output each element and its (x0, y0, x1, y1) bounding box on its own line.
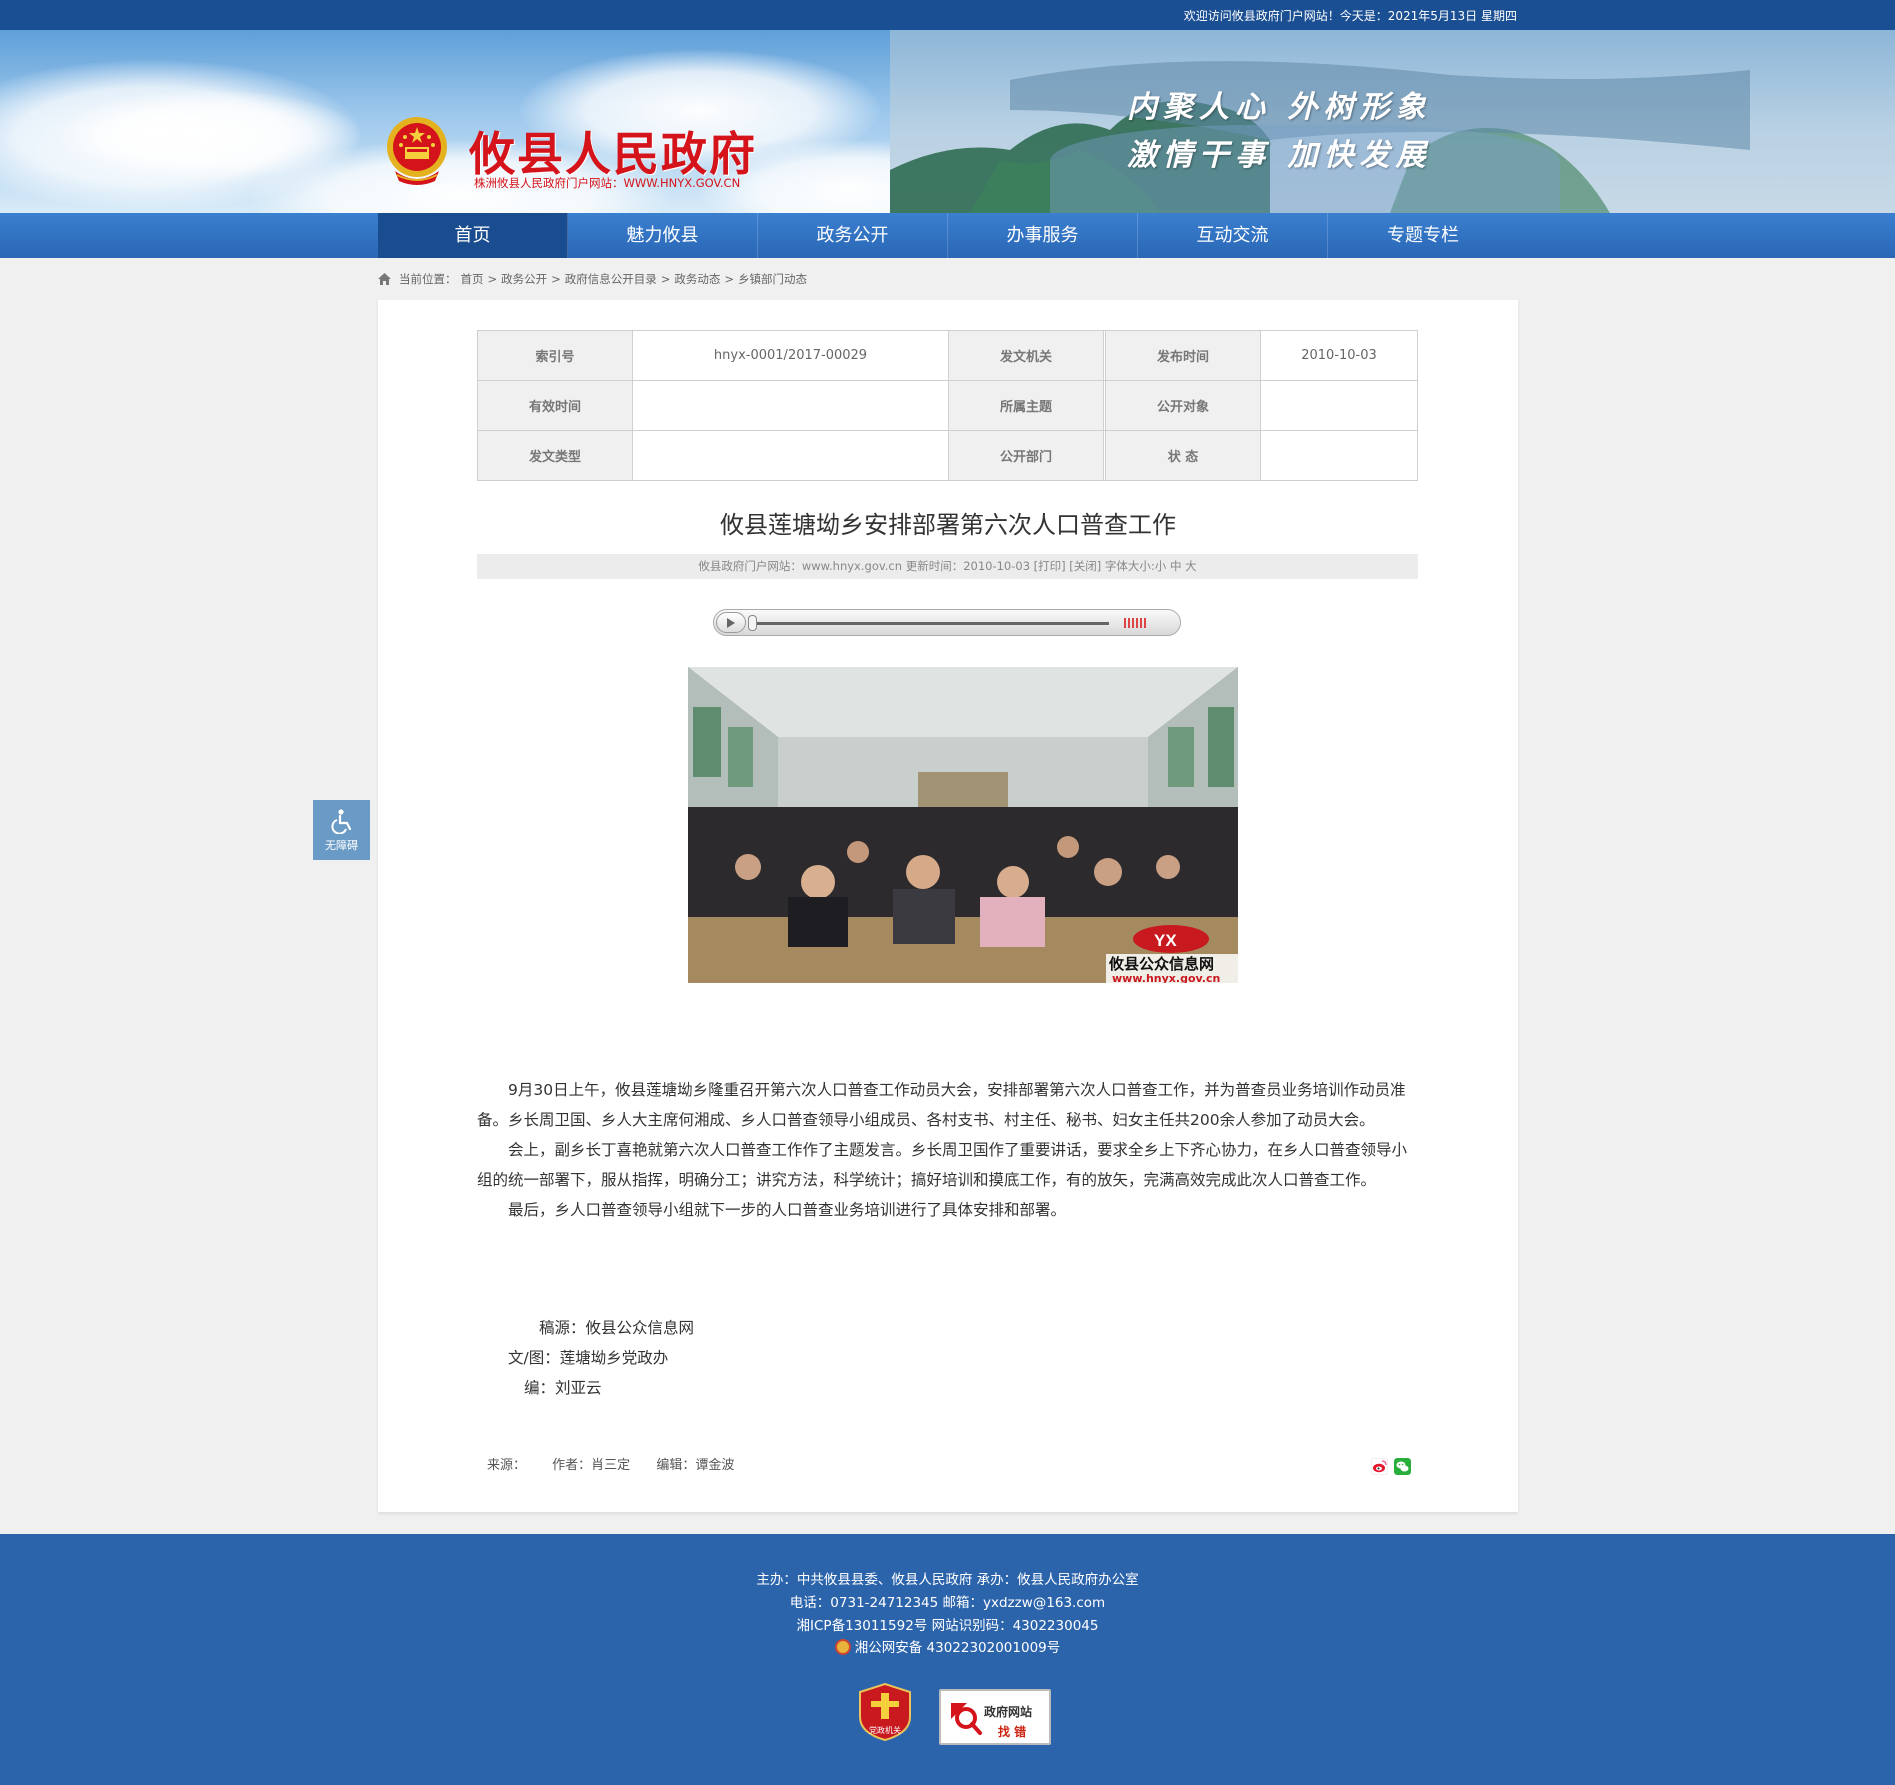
breadcrumb-prefix: 当前位置： (399, 272, 457, 286)
audio-player[interactable] (713, 609, 1181, 636)
article-credits: 稿源：攸县公众信息网 文/图：莲塘坳乡党政办 编：刘亚云 (477, 1313, 1418, 1403)
site-subtitle: 株洲攸县人民政府门户网站：WWW.HNYX.GOV.CN (474, 176, 741, 190)
wheelchair-icon (330, 809, 351, 835)
article-paragraph: 最后，乡人口普查领导小组就下一步的人口普查业务培训进行了具体安排和部署。 (508, 1201, 1067, 1219)
breadcrumb-item-home[interactable]: 首页 (461, 271, 484, 287)
table-key: 公开对象 (1105, 380, 1262, 431)
main-nav: 首页 魅力攸县 政务公开 办事服务 互动交流 专题专栏 (0, 213, 1895, 258)
footer-host-line: 主办：中共攸县县委、攸县人民政府 承办：攸县人民政府办公室 (756, 1572, 1139, 1588)
party-badge-label: 党政机关 (869, 1725, 901, 1735)
wechat-share-icon[interactable] (1394, 1458, 1411, 1475)
photo-watermark-logo: YX (1154, 931, 1177, 950)
meeting-photo-image: YX 攸县公众信息网 www.hnyx.gov.cn (688, 667, 1238, 983)
table-key: 所属主题 (948, 380, 1104, 431)
audio-progress-track[interactable] (752, 622, 1109, 625)
accessibility-label: 无障碍 (325, 839, 358, 852)
article-source-line: 来源： 作者：肖三定 编辑：谭金波 (487, 1454, 756, 1473)
footer-contact-line: 电话：0731-24712345 邮箱：yxdzzw@163.com (789, 1595, 1106, 1611)
info-table: 索引号 hnyx-0001/2017-00029 发文机关 发布时间 2010-… (477, 330, 1418, 481)
error-badge-line1: 政府网站 (984, 1705, 1033, 1719)
nav-item-gov-affairs[interactable]: 政务公开 (758, 213, 948, 258)
source-label: 来源： (487, 1458, 527, 1473)
slogan-line-1: 内聚人心 外树形象 (1127, 90, 1432, 125)
table-value: 2010-10-03 (1260, 330, 1418, 381)
slogan-line-2: 激情干事 加快发展 (1127, 138, 1432, 173)
footer-police-line[interactable]: 湘公网安备 43022302001009号 (0, 1636, 1895, 1656)
article-photo: YX 攸县公众信息网 www.hnyx.gov.cn (688, 667, 1238, 983)
nav-item-services[interactable]: 办事服务 (948, 213, 1138, 258)
table-key: 发文机关 (948, 330, 1104, 381)
credit-author: 文/图：莲塘坳乡党政办 (508, 1349, 669, 1367)
magnifier-icon (947, 1699, 983, 1737)
article-title: 攸县莲塘坳乡安排部署第六次人口普查工作 (720, 511, 1176, 539)
article-body: 9月30日上午，攸县莲塘坳乡隆重召开第六次人口普查工作动员大会，安排部署第六次人… (477, 1075, 1418, 1225)
nav-item-interaction[interactable]: 互动交流 (1138, 213, 1328, 258)
party-gov-org-badge-icon[interactable]: 党政机关 (857, 1683, 913, 1741)
photo-watermark-url: www.hnyx.gov.cn (1112, 972, 1220, 983)
article-meta: 攸县政府门户网站：www.hnyx.gov.cn 更新时间：2010-10-03… (477, 554, 1418, 579)
footer: 主办：中共攸县县委、攸县人民政府 承办：攸县人民政府办公室 电话：0731-24… (0, 1534, 1895, 1785)
error-badge-line2: 找 错 (998, 1725, 1027, 1739)
accessibility-button[interactable]: 无障碍 (313, 800, 370, 860)
table-value (632, 430, 949, 481)
editor-label: 编辑：谭金波 (656, 1458, 735, 1473)
table-key: 发文类型 (477, 430, 633, 481)
table-value (1260, 430, 1418, 481)
article-paragraph: 会上，副乡长丁喜艳就第六次人口普查工作作了主题发言。乡长周卫国作了重要讲话，要求… (477, 1141, 1408, 1189)
credit-editor: 编：刘亚云 (524, 1379, 602, 1397)
table-key: 状 态 (1105, 430, 1262, 481)
home-icon (378, 273, 391, 285)
breadcrumb-item-catalog[interactable]: 政府信息公开目录 (565, 271, 657, 287)
table-key: 有效时间 (477, 380, 633, 431)
breadcrumb-separator: > (551, 272, 561, 286)
nav-item-home[interactable]: 首页 (378, 213, 568, 258)
table-value: hnyx-0001/2017-00029 (632, 330, 949, 381)
breadcrumb-separator: > (724, 272, 735, 286)
author-label: 作者：肖三定 (552, 1458, 631, 1473)
breadcrumb-item-gov-affairs[interactable]: 政务公开 (501, 271, 547, 287)
weibo-share-icon[interactable] (1371, 1458, 1388, 1475)
footer-police-text: 湘公网安备 43022302001009号 (854, 1640, 1061, 1656)
breadcrumb: 当前位置： 首页 > 政务公开 > 政府信息公开目录 > 政务动态 > 乡镇部门… (378, 271, 811, 287)
share-buttons (1371, 1458, 1411, 1475)
welcome-text: 欢迎访问攸县政府门户网站！今天是：2021年5月13日 星期四 (1183, 9, 1517, 23)
header-banner: 攸县人民政府 株洲攸县人民政府门户网站：WWW.HNYX.GOV.CN 内聚人心… (0, 30, 1895, 213)
volume-icon[interactable] (1124, 618, 1154, 628)
breadcrumb-item-news[interactable]: 政务动态 (674, 271, 720, 287)
national-emblem-icon (387, 117, 447, 185)
audio-progress-handle[interactable] (748, 615, 757, 631)
photo-watermark-text: 攸县公众信息网 (1108, 955, 1214, 973)
table-key: 发布时间 (1105, 330, 1262, 381)
police-badge-icon (834, 1639, 851, 1655)
table-key: 公开部门 (948, 430, 1104, 481)
breadcrumb-separator: > (660, 272, 671, 286)
play-button[interactable] (716, 612, 746, 633)
table-value (632, 380, 949, 431)
play-icon (727, 618, 735, 628)
breadcrumb-separator: > (487, 272, 498, 286)
breadcrumb-item-town-news[interactable]: 乡镇部门动态 (738, 271, 807, 287)
table-row: 有效时间 所属主题 公开对象 (477, 380, 1418, 431)
gov-site-error-report-button[interactable]: 政府网站 找 错 (939, 1689, 1051, 1745)
article-paragraph: 9月30日上午，攸县莲塘坳乡隆重召开第六次人口普查工作动员大会，安排部署第六次人… (477, 1081, 1406, 1129)
footer-icp-line[interactable]: 湘ICP备13011592号 网站识别码：4302230045 (0, 1614, 1895, 1634)
article-container: 索引号 hnyx-0001/2017-00029 发文机关 发布时间 2010-… (378, 300, 1518, 1512)
table-row: 发文类型 公开部门 状 态 (477, 430, 1418, 481)
nav-item-topics[interactable]: 专题专栏 (1328, 213, 1518, 258)
credit-source: 稿源：攸县公众信息网 (539, 1319, 695, 1337)
table-row: 索引号 hnyx-0001/2017-00029 发文机关 发布时间 2010-… (477, 330, 1418, 381)
top-bar: 欢迎访问攸县政府门户网站！今天是：2021年5月13日 星期四 (0, 0, 1895, 30)
table-value (1260, 380, 1418, 431)
nav-item-charm[interactable]: 魅力攸县 (568, 213, 758, 258)
table-key: 索引号 (477, 330, 633, 381)
